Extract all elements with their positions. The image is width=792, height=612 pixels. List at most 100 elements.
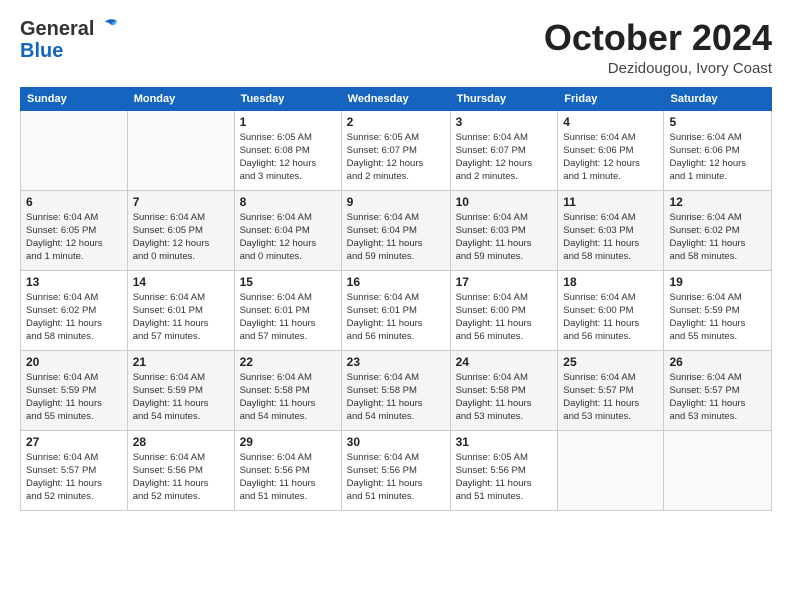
calendar-cell: 12 Sunrise: 6:04 AM Sunset: 6:02 PM Dayli… — [664, 190, 772, 270]
day-number: 29 — [240, 435, 336, 449]
day-number: 12 — [669, 195, 766, 209]
day-info: Sunrise: 6:04 AM Sunset: 6:01 PM Dayligh… — [240, 291, 336, 344]
day-number: 30 — [347, 435, 445, 449]
calendar-cell — [558, 430, 664, 510]
calendar-cell: 2 Sunrise: 6:05 AM Sunset: 6:07 PM Daylig… — [341, 110, 450, 190]
calendar-cell: 25 Sunrise: 6:04 AM Sunset: 5:57 PM Dayli… — [558, 350, 664, 430]
calendar-cell: 1 Sunrise: 6:05 AM Sunset: 6:08 PM Daylig… — [234, 110, 341, 190]
day-info: Sunrise: 6:04 AM Sunset: 6:01 PM Dayligh… — [347, 291, 445, 344]
day-info: Sunrise: 6:04 AM Sunset: 6:03 PM Dayligh… — [563, 211, 658, 264]
calendar-cell: 7Sunrise: 6:04 AM Sunset: 6:05 PM Daylig… — [127, 190, 234, 270]
logo-line2: Blue — [20, 40, 119, 62]
day-info: Sunrise: 6:04 AM Sunset: 5:56 PM Dayligh… — [133, 451, 229, 504]
calendar-cell: 26 Sunrise: 6:04 AM Sunset: 5:57 PM Dayli… — [664, 350, 772, 430]
calendar-cell: 21Sunrise: 6:04 AM Sunset: 5:59 PM Dayli… — [127, 350, 234, 430]
day-number: 19 — [669, 275, 766, 289]
day-info: Sunrise: 6:04 AM Sunset: 5:58 PM Dayligh… — [456, 371, 553, 424]
calendar-cell — [21, 110, 128, 190]
calendar-cell: 28 Sunrise: 6:04 AM Sunset: 5:56 PM Dayli… — [127, 430, 234, 510]
day-number: 24 — [456, 355, 553, 369]
calendar-cell: 5Sunrise: 6:04 AM Sunset: 6:06 PM Daylig… — [664, 110, 772, 190]
weekday-header-thursday: Thursday — [450, 87, 558, 110]
weekday-header-sunday: Sunday — [21, 87, 128, 110]
header: General Blue October 2024 Dezidougou, Iv… — [20, 18, 772, 77]
day-number: 16 — [347, 275, 445, 289]
calendar-cell: 16 Sunrise: 6:04 AM Sunset: 6:01 PM Dayli… — [341, 270, 450, 350]
day-number: 25 — [563, 355, 658, 369]
day-number: 13 — [26, 275, 122, 289]
day-info: Sunrise: 6:05 AM Sunset: 6:07 PM Dayligh… — [347, 131, 445, 184]
day-info: Sunrise: 6:04 AM Sunset: 6:04 PM Dayligh… — [240, 211, 336, 264]
day-info: Sunrise: 6:04 AM Sunset: 6:00 PM Dayligh… — [456, 291, 553, 344]
day-info: Sunrise: 6:05 AM Sunset: 6:08 PM Dayligh… — [240, 131, 336, 184]
calendar-week-1: 1 Sunrise: 6:05 AM Sunset: 6:08 PM Daylig… — [21, 110, 772, 190]
logo: General Blue — [20, 18, 119, 62]
day-info: Sunrise: 6:04 AM Sunset: 5:57 PM Dayligh… — [26, 451, 122, 504]
logo-line1: General — [20, 18, 119, 40]
calendar-week-3: 13Sunrise: 6:04 AM Sunset: 6:02 PM Dayli… — [21, 270, 772, 350]
location: Dezidougou, Ivory Coast — [544, 60, 772, 77]
day-info: Sunrise: 6:04 AM Sunset: 5:58 PM Dayligh… — [347, 371, 445, 424]
day-number: 6 — [26, 195, 122, 209]
calendar-cell: 4Sunrise: 6:04 AM Sunset: 6:06 PM Daylig… — [558, 110, 664, 190]
calendar-cell: 6 Sunrise: 6:04 AM Sunset: 6:05 PM Daylig… — [21, 190, 128, 270]
day-number: 7 — [133, 195, 229, 209]
month-title: October 2024 — [544, 18, 772, 58]
day-info: Sunrise: 6:04 AM Sunset: 6:01 PM Dayligh… — [133, 291, 229, 344]
day-info: Sunrise: 6:04 AM Sunset: 6:04 PM Dayligh… — [347, 211, 445, 264]
calendar-cell: 23 Sunrise: 6:04 AM Sunset: 5:58 PM Dayli… — [341, 350, 450, 430]
day-number: 9 — [347, 195, 445, 209]
weekday-header-monday: Monday — [127, 87, 234, 110]
calendar-cell: 20Sunrise: 6:04 AM Sunset: 5:59 PM Dayli… — [21, 350, 128, 430]
calendar-cell: 13Sunrise: 6:04 AM Sunset: 6:02 PM Dayli… — [21, 270, 128, 350]
day-number: 28 — [133, 435, 229, 449]
calendar-week-4: 20Sunrise: 6:04 AM Sunset: 5:59 PM Dayli… — [21, 350, 772, 430]
calendar-cell: 31 Sunrise: 6:05 AM Sunset: 5:56 PM Dayli… — [450, 430, 558, 510]
day-number: 26 — [669, 355, 766, 369]
day-number: 18 — [563, 275, 658, 289]
day-number: 10 — [456, 195, 553, 209]
calendar-cell: 9 Sunrise: 6:04 AM Sunset: 6:04 PM Daylig… — [341, 190, 450, 270]
calendar-table: SundayMondayTuesdayWednesdayThursdayFrid… — [20, 87, 772, 511]
day-info: Sunrise: 6:04 AM Sunset: 5:57 PM Dayligh… — [563, 371, 658, 424]
calendar-cell: 14 Sunrise: 6:04 AM Sunset: 6:01 PM Dayli… — [127, 270, 234, 350]
day-number: 14 — [133, 275, 229, 289]
calendar-cell: 11 Sunrise: 6:04 AM Sunset: 6:03 PM Dayli… — [558, 190, 664, 270]
weekday-header-wednesday: Wednesday — [341, 87, 450, 110]
page: General Blue October 2024 Dezidougou, Iv… — [0, 0, 792, 521]
day-number: 3 — [456, 115, 553, 129]
day-number: 2 — [347, 115, 445, 129]
day-number: 31 — [456, 435, 553, 449]
day-number: 22 — [240, 355, 336, 369]
day-number: 1 — [240, 115, 336, 129]
day-number: 27 — [26, 435, 122, 449]
day-info: Sunrise: 6:04 AM Sunset: 5:56 PM Dayligh… — [347, 451, 445, 504]
calendar-cell: 24 Sunrise: 6:04 AM Sunset: 5:58 PM Dayli… — [450, 350, 558, 430]
day-number: 15 — [240, 275, 336, 289]
day-info: Sunrise: 6:04 AM Sunset: 6:05 PM Dayligh… — [26, 211, 122, 264]
day-info: Sunrise: 6:04 AM Sunset: 6:03 PM Dayligh… — [456, 211, 553, 264]
day-info: Sunrise: 6:04 AM Sunset: 6:02 PM Dayligh… — [669, 211, 766, 264]
calendar-cell: 15 Sunrise: 6:04 AM Sunset: 6:01 PM Dayli… — [234, 270, 341, 350]
day-number: 11 — [563, 195, 658, 209]
day-number: 8 — [240, 195, 336, 209]
day-info: Sunrise: 6:04 AM Sunset: 5:59 PM Dayligh… — [669, 291, 766, 344]
day-info: Sunrise: 6:04 AM Sunset: 5:57 PM Dayligh… — [669, 371, 766, 424]
calendar-cell: 10 Sunrise: 6:04 AM Sunset: 6:03 PM Dayli… — [450, 190, 558, 270]
day-info: Sunrise: 6:05 AM Sunset: 5:56 PM Dayligh… — [456, 451, 553, 504]
calendar-cell: 8 Sunrise: 6:04 AM Sunset: 6:04 PM Daylig… — [234, 190, 341, 270]
day-info: Sunrise: 6:04 AM Sunset: 5:59 PM Dayligh… — [26, 371, 122, 424]
logo-bird-icon — [97, 18, 119, 38]
day-info: Sunrise: 6:04 AM Sunset: 6:07 PM Dayligh… — [456, 131, 553, 184]
day-info: Sunrise: 6:04 AM Sunset: 6:00 PM Dayligh… — [563, 291, 658, 344]
day-info: Sunrise: 6:04 AM Sunset: 6:06 PM Dayligh… — [669, 131, 766, 184]
weekday-header-tuesday: Tuesday — [234, 87, 341, 110]
day-number: 23 — [347, 355, 445, 369]
calendar-cell: 29Sunrise: 6:04 AM Sunset: 5:56 PM Dayli… — [234, 430, 341, 510]
day-info: Sunrise: 6:04 AM Sunset: 6:06 PM Dayligh… — [563, 131, 658, 184]
title-area: October 2024 Dezidougou, Ivory Coast — [544, 18, 772, 77]
calendar-week-2: 6 Sunrise: 6:04 AM Sunset: 6:05 PM Daylig… — [21, 190, 772, 270]
calendar-cell: 27 Sunrise: 6:04 AM Sunset: 5:57 PM Dayli… — [21, 430, 128, 510]
calendar-cell — [664, 430, 772, 510]
calendar-cell: 30 Sunrise: 6:04 AM Sunset: 5:56 PM Dayli… — [341, 430, 450, 510]
